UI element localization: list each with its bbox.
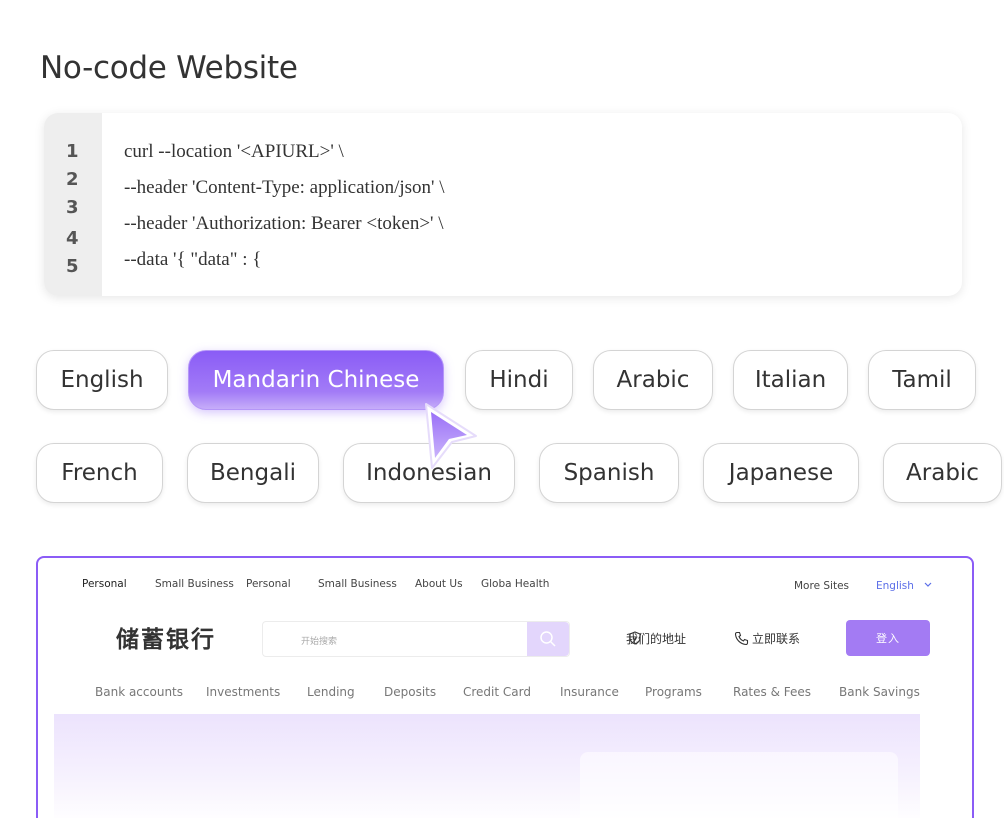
language-chip-mandarin-chinese[interactable]: Mandarin Chinese <box>188 350 444 410</box>
mainnav-bank-savings[interactable]: Bank Savings <box>839 685 920 699</box>
mainnav-bank-accounts[interactable]: Bank accounts <box>95 685 183 699</box>
mainnav-lending[interactable]: Lending <box>307 685 355 699</box>
language-chip-bengali[interactable]: Bengali <box>187 443 319 503</box>
topnav-small-business-2[interactable]: Small Business <box>318 578 397 590</box>
search-bar[interactable]: 开始搜索 <box>262 621 570 657</box>
language-select-label: English <box>876 580 914 592</box>
search-button[interactable] <box>527 622 569 656</box>
language-chip-arabic[interactable]: Arabic <box>593 350 713 410</box>
topnav-about-us[interactable]: About Us <box>415 578 463 590</box>
code-line: curl --location '<APIURL>' \ <box>124 141 344 162</box>
page-title: No-code Website <box>40 50 298 86</box>
website-preview: Personal Small Business Personal Small B… <box>36 556 974 818</box>
hero-card <box>580 752 898 818</box>
topnav-small-business[interactable]: Small Business <box>155 578 234 590</box>
mainnav-deposits[interactable]: Deposits <box>384 685 436 699</box>
code-line: --header 'Authorization: Bearer <token>'… <box>124 213 444 234</box>
topnav-globa-health[interactable]: Globa Health <box>481 578 549 590</box>
language-chip-arabic-2[interactable]: Arabic <box>883 443 1002 503</box>
bank-logo-text: 储蓄银行 <box>116 627 216 653</box>
location-shield-icon <box>629 631 641 645</box>
line-number: 1 <box>66 141 79 162</box>
search-input[interactable]: 开始搜索 <box>301 634 337 647</box>
language-chip-tamil[interactable]: Tamil <box>868 350 976 410</box>
topnav-personal-2[interactable]: Personal <box>246 578 291 590</box>
phone-icon <box>734 631 749 646</box>
our-address-link[interactable]: 我们的地址 <box>626 630 686 647</box>
cursor-icon <box>425 403 477 469</box>
code-line: --data '{ "data" : { <box>124 249 262 270</box>
login-button[interactable]: 登入 <box>846 620 930 656</box>
language-chip-japanese[interactable]: Japanese <box>703 443 859 503</box>
search-icon <box>540 631 556 647</box>
language-select[interactable]: English <box>876 580 933 592</box>
more-sites-link[interactable]: More Sites <box>794 580 849 592</box>
chevron-down-icon <box>924 582 932 587</box>
mainnav-programs[interactable]: Programs <box>645 685 702 699</box>
mainnav-insurance[interactable]: Insurance <box>560 685 619 699</box>
line-number-gutter: 1 2 3 4 5 <box>44 113 102 296</box>
topnav-personal[interactable]: Personal <box>82 578 127 590</box>
language-chip-italian[interactable]: Italian <box>733 350 848 410</box>
language-chip-spanish[interactable]: Spanish <box>539 443 679 503</box>
contact-now-link[interactable]: 立即联系 <box>734 630 800 647</box>
contact-now-label: 立即联系 <box>752 632 801 646</box>
mainnav-rates-fees[interactable]: Rates & Fees <box>733 685 811 699</box>
line-number: 4 <box>66 228 79 249</box>
mainnav-investments[interactable]: Investments <box>206 685 280 699</box>
line-number: 5 <box>66 256 79 277</box>
code-block: 1 2 3 4 5 curl --location '<APIURL>' \ -… <box>44 113 962 296</box>
line-number: 2 <box>66 169 79 190</box>
hero-banner <box>54 714 920 818</box>
mainnav-credit-card[interactable]: Credit Card <box>463 685 531 699</box>
code-line: --header 'Content-Type: application/json… <box>124 177 445 198</box>
line-number: 3 <box>66 197 79 218</box>
language-chip-english[interactable]: English <box>36 350 168 410</box>
language-chip-french[interactable]: French <box>36 443 163 503</box>
